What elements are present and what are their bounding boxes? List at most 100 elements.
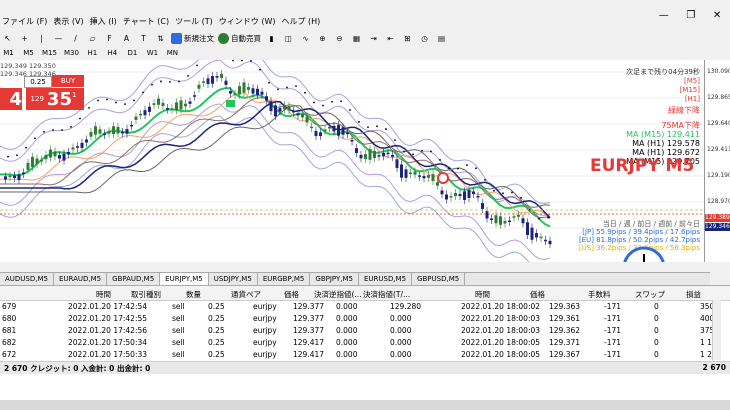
symbol-tab[interactable]: GBPUSD,M5	[412, 273, 466, 285]
vertical-line-icon[interactable]: |	[34, 32, 49, 45]
restore-icon[interactable]: ❐	[686, 10, 695, 21]
table-cell: eurjpy	[253, 314, 277, 323]
candle-body	[512, 216, 516, 218]
candle-body	[197, 84, 201, 89]
tf-d1[interactable]: D1	[124, 47, 141, 60]
symbol-tab[interactable]: GBPJPY,M5	[310, 273, 359, 285]
symbol-tab[interactable]: EURUSD,M5	[359, 273, 413, 285]
column-header[interactable]: 時間	[96, 289, 111, 300]
menu-file[interactable]: ファイル (F)	[2, 16, 47, 27]
candle-body	[179, 100, 183, 110]
candle-body	[391, 154, 394, 157]
close-icon[interactable]: ✕	[713, 10, 721, 21]
table-cell: 0.000	[390, 338, 412, 347]
moving-average-line	[0, 100, 551, 219]
candle-chart-icon[interactable]: ◫	[281, 32, 296, 45]
ask-button[interactable]: 129 35 1	[26, 88, 84, 110]
indicators-icon[interactable]: ⊞	[400, 32, 415, 45]
menu-chart[interactable]: チャート (C)	[123, 16, 169, 27]
menu-view[interactable]: 表示 (V)	[53, 16, 83, 27]
sar-dot	[187, 74, 189, 77]
column-header[interactable]: 数量	[186, 289, 201, 300]
auto-trade-button[interactable]: 自動売買	[217, 32, 262, 45]
candle-body	[296, 113, 300, 116]
tf-h4[interactable]: H4	[104, 47, 121, 60]
pointer-icon[interactable]: ↖	[0, 32, 15, 45]
table-cell: 0.25	[208, 338, 225, 347]
column-header[interactable]: 通貨ペア	[231, 289, 261, 300]
candle-body	[89, 131, 93, 137]
symbol-tab[interactable]: EURAUD,M5	[54, 273, 108, 285]
price-chart[interactable]: 129.349 129.350 129.346 129.346 0.25 BUY…	[0, 60, 704, 262]
tf-h1[interactable]: H1	[84, 47, 101, 60]
symbol-tab[interactable]: USDJPY,M5	[209, 273, 258, 285]
trendline-icon[interactable]: /	[68, 32, 83, 45]
crosshair-icon[interactable]: +	[17, 32, 32, 45]
tile-icon[interactable]: ▦	[349, 32, 364, 45]
candle-body	[148, 106, 151, 112]
candle-body	[539, 236, 543, 239]
tf-m30[interactable]: M30	[62, 47, 81, 60]
minimize-icon[interactable]: —	[659, 10, 669, 21]
candle-body	[436, 182, 439, 186]
tf-mn[interactable]: MN	[164, 47, 181, 60]
tf-m15[interactable]: M15	[40, 47, 59, 60]
column-header[interactable]: 価格	[530, 289, 545, 300]
text-icon[interactable]: A	[119, 32, 134, 45]
templates-icon[interactable]: ▤	[434, 32, 449, 45]
candle-body	[17, 174, 21, 181]
lot-size-input[interactable]: 0.25	[24, 76, 52, 88]
zoom-out-icon[interactable]: ⊖	[332, 32, 347, 45]
table-cell: 2022.01.20 17:50:34	[68, 338, 148, 347]
symbol-tab[interactable]: GBPAUD,M5	[107, 273, 161, 285]
column-header[interactable]: 手数料	[588, 289, 611, 300]
line-chart-icon[interactable]: ∿	[298, 32, 313, 45]
symbol-tab[interactable]: EURJPY,M5	[160, 273, 209, 285]
trend-label: 緑線下降	[668, 106, 700, 115]
zoom-in-icon[interactable]: ⊕	[315, 32, 330, 45]
candle-body	[13, 175, 16, 178]
column-header[interactable]: 決済逆指値(...	[314, 289, 362, 300]
periods-icon[interactable]: ◷	[417, 32, 432, 45]
symbol-tab[interactable]: EURGBP,M5	[258, 273, 311, 285]
candle-body	[224, 80, 228, 85]
total-profit: 2 670	[702, 363, 727, 372]
candle-body	[305, 116, 309, 123]
label-icon[interactable]: T	[136, 32, 151, 45]
tf-w1[interactable]: W1	[144, 47, 161, 60]
autoscroll-icon[interactable]: ⇥	[366, 32, 381, 45]
ask-big-digits: 35	[46, 88, 72, 110]
menu-help[interactable]: ヘルプ (H)	[281, 16, 320, 27]
column-header[interactable]: 取引種別	[131, 289, 161, 300]
candle-body	[278, 108, 282, 112]
table-cell: 0.000	[336, 302, 358, 311]
vertical-scrollbar[interactable]	[712, 300, 721, 360]
column-header[interactable]: 価格	[284, 289, 299, 300]
symbol-tab[interactable]: AUDUSD,M5	[0, 273, 54, 285]
menu-tools[interactable]: ツール (T)	[175, 16, 213, 27]
menu-insert[interactable]: 挿入 (I)	[90, 16, 117, 27]
bar-chart-icon[interactable]: ▮	[264, 32, 279, 45]
column-header[interactable]: 決済指値(T/...	[363, 289, 410, 300]
chart-shift-icon[interactable]: ⇤	[383, 32, 398, 45]
column-header[interactable]: 損益	[686, 289, 701, 300]
column-header[interactable]: スワップ	[635, 289, 665, 300]
table-cell: 0	[654, 326, 659, 335]
fibonacci-icon[interactable]: F	[102, 32, 117, 45]
tf-m5[interactable]: M5	[20, 47, 37, 60]
channel-icon[interactable]: ▱	[85, 32, 100, 45]
tf-m1[interactable]: M1	[0, 47, 17, 60]
new-order-button[interactable]: 新規注文	[170, 32, 215, 45]
menu-window[interactable]: ウィンドウ (W)	[219, 16, 276, 27]
arrows-icon[interactable]: ⇅	[153, 32, 168, 45]
candle-body	[440, 190, 444, 195]
horizontal-line-icon[interactable]: —	[51, 32, 66, 45]
sar-dot	[250, 60, 252, 62]
timeframe-toolbar: M1 M5 M15 M30 H1 H4 D1 W1 MN	[0, 46, 460, 60]
sell-button[interactable]: 4	[0, 88, 22, 110]
column-header[interactable]: 時間	[475, 289, 490, 300]
buy-button[interactable]: BUY	[52, 75, 84, 87]
table-cell: eurjpy	[253, 350, 277, 359]
candle-body	[229, 91, 232, 94]
table-cell: -171	[604, 302, 622, 311]
